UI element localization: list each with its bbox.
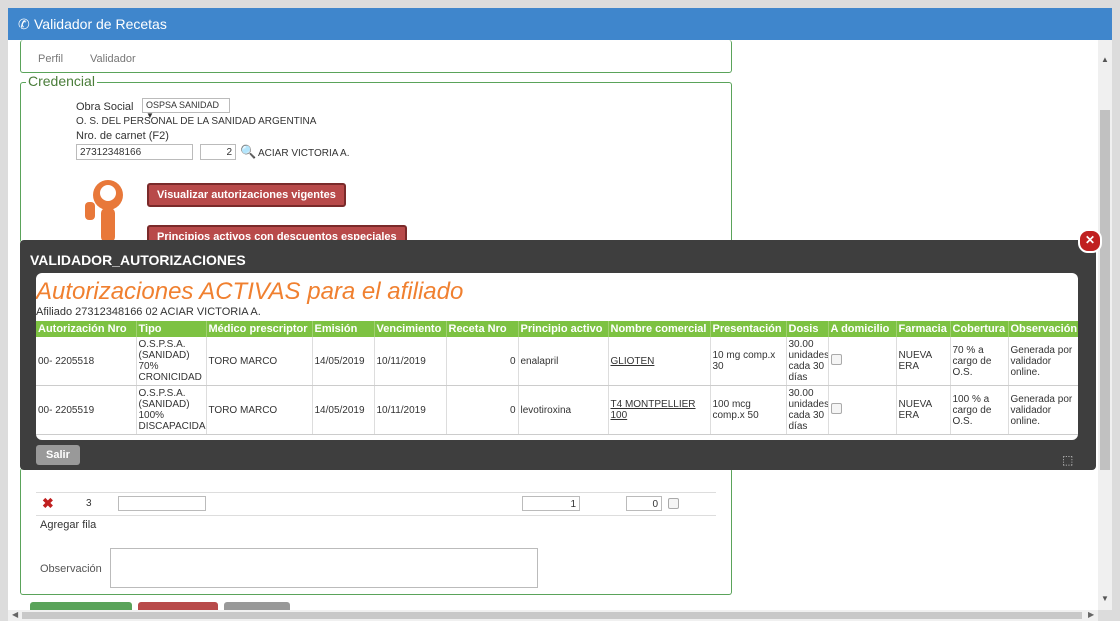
row-checkbox[interactable]: [668, 498, 679, 509]
scroll-down-icon[interactable]: ▼: [1101, 594, 1109, 603]
carnet-suffix-input[interactable]: 2: [200, 144, 236, 160]
horizontal-scrollbar[interactable]: ◀ ▶: [8, 610, 1098, 621]
col-header[interactable]: Emisión: [312, 321, 375, 337]
cell-emision: 14/05/2019: [312, 337, 375, 386]
afiliado-line: Afiliado 27312348166 02 ACIAR VICTORIA A…: [36, 306, 261, 318]
cell-comercial-link[interactable]: T4 MONTPELLIER 100: [608, 385, 711, 435]
row-zero-input[interactable]: 0: [626, 496, 662, 511]
perfil-label: Perfil: [38, 53, 64, 65]
cell-nro: 00- 2205518: [36, 337, 137, 386]
observacion-textarea[interactable]: [110, 548, 538, 588]
cell-observacion: Generada por validador online.: [1008, 337, 1078, 386]
col-header[interactable]: Observación: [1008, 321, 1078, 337]
vertical-scrollbar[interactable]: ▲ ▼: [1098, 40, 1112, 610]
table-header-row: Autorización Nro Tipo Médico prescriptor…: [36, 321, 1078, 337]
credencial-legend: Credencial: [26, 73, 97, 89]
dialog-heading: Autorizaciones ACTIVAS para el afiliado: [36, 278, 464, 305]
cell-receta: 0: [446, 385, 519, 435]
perfil-value: Validador: [90, 53, 136, 65]
autorizaciones-table: Autorización Nro Tipo Médico prescriptor…: [36, 321, 1078, 435]
dialog-body: Autorizaciones ACTIVAS para el afiliado …: [36, 273, 1078, 440]
obra-social-value: OSPSA SANIDAD: [146, 100, 220, 110]
window-titlebar: ✆ Validador de Recetas: [8, 8, 1112, 40]
obra-social-select[interactable]: OSPSA SANIDAD ▼: [142, 98, 230, 120]
hscroll-thumb[interactable]: [22, 612, 1082, 619]
carnet-label: Nro. de carnet (F2): [76, 130, 169, 142]
domicilio-checkbox[interactable]: [830, 354, 842, 365]
col-header[interactable]: Presentación: [710, 321, 787, 337]
cell-principio: levotiroxina: [518, 385, 609, 435]
scroll-thumb[interactable]: [1100, 110, 1110, 470]
row-number: 3: [86, 498, 92, 509]
scroll-up-icon[interactable]: ▲: [1101, 55, 1109, 64]
col-header[interactable]: Receta Nro: [446, 321, 519, 337]
salir-button[interactable]: Salir: [36, 445, 80, 465]
col-header[interactable]: Cobertura: [950, 321, 1009, 337]
close-icon[interactable]: ✕: [1078, 229, 1102, 253]
col-header[interactable]: Farmacia: [896, 321, 951, 337]
window-title: Validador de Recetas: [34, 16, 167, 32]
cell-emision: 14/05/2019: [312, 385, 375, 435]
col-header[interactable]: Tipo: [136, 321, 207, 337]
cell-vencimiento: 10/11/2019: [374, 337, 447, 386]
col-header[interactable]: Principio activo: [518, 321, 609, 337]
search-icon[interactable]: 🔍: [240, 144, 256, 160]
cell-farmacia: NUEVA ERA: [896, 337, 951, 386]
cell-nro: 00- 2205519: [36, 385, 137, 435]
row-product-input[interactable]: [118, 496, 206, 511]
col-header[interactable]: Vencimiento: [374, 321, 447, 337]
col-header[interactable]: Médico prescriptor: [206, 321, 313, 337]
add-row-link[interactable]: Agregar fila: [40, 519, 96, 531]
resize-handle-icon[interactable]: ⬚: [1062, 453, 1073, 467]
afiliado-name: ACIAR VICTORIA A.: [258, 148, 350, 159]
table-row[interactable]: 00- 2205519 O.S.P.S.A. (SANIDAD) 100% DI…: [36, 385, 1078, 435]
obra-social-full: O. S. DEL PERSONAL DE LA SANIDAD ARGENTI…: [76, 116, 317, 127]
col-header[interactable]: Dosis: [786, 321, 829, 337]
cell-principio: enalapril: [518, 337, 609, 386]
carnet-input[interactable]: 27312348166: [76, 144, 193, 160]
visualizar-autorizaciones-button[interactable]: Visualizar autorizaciones vigentes: [147, 183, 346, 207]
domicilio-checkbox[interactable]: [830, 403, 842, 414]
cell-comercial-link[interactable]: GLIOTEN: [608, 337, 711, 386]
cell-dosis: 30.00 unidades cada 30 días: [786, 337, 829, 386]
delete-row-icon[interactable]: ✖: [42, 495, 54, 512]
col-header[interactable]: Nombre comercial: [608, 321, 711, 337]
row-qty-input[interactable]: 1: [522, 496, 580, 511]
app-icon: ✆: [18, 16, 30, 32]
cell-domicilio: [828, 385, 897, 435]
cell-cobertura: 100 % a cargo de O.S.: [950, 385, 1009, 435]
cell-tipo: O.S.P.S.A. (SANIDAD) 70% CRONICIDAD: [136, 337, 207, 386]
cell-vencimiento: 10/11/2019: [374, 385, 447, 435]
cell-observacion: Generada por validador online.: [1008, 385, 1078, 435]
col-header[interactable]: Autorización Nro: [36, 321, 137, 337]
scroll-right-icon[interactable]: ▶: [1088, 610, 1094, 619]
scroll-left-icon[interactable]: ◀: [12, 610, 18, 619]
cell-presentacion: 100 mcg comp.x 50: [710, 385, 787, 435]
obra-social-label: Obra Social: [76, 101, 134, 113]
cell-cobertura: 70 % a cargo de O.S.: [950, 337, 1009, 386]
cell-farmacia: NUEVA ERA: [896, 385, 951, 435]
cell-tipo: O.S.P.S.A. (SANIDAD) 100% DISCAPACIDAD: [136, 385, 207, 435]
support-illustration-icon: [85, 180, 131, 242]
cell-domicilio: [828, 337, 897, 386]
cell-dosis: 30.00 unidades cada 30 días: [786, 385, 829, 435]
cell-medico: TORO MARCO: [206, 385, 313, 435]
dialog-title: VALIDADOR_AUTORIZACIONES: [30, 252, 246, 268]
cell-receta: 0: [446, 337, 519, 386]
grid-row: ✖ 3 1 0: [36, 492, 716, 516]
observacion-label: Observación: [40, 563, 102, 575]
cell-medico: TORO MARCO: [206, 337, 313, 386]
cell-presentacion: 10 mg comp.x 30: [710, 337, 787, 386]
table-row[interactable]: 00- 2205518 O.S.P.S.A. (SANIDAD) 70% CRO…: [36, 337, 1078, 386]
col-header[interactable]: A domicilio: [828, 321, 897, 337]
